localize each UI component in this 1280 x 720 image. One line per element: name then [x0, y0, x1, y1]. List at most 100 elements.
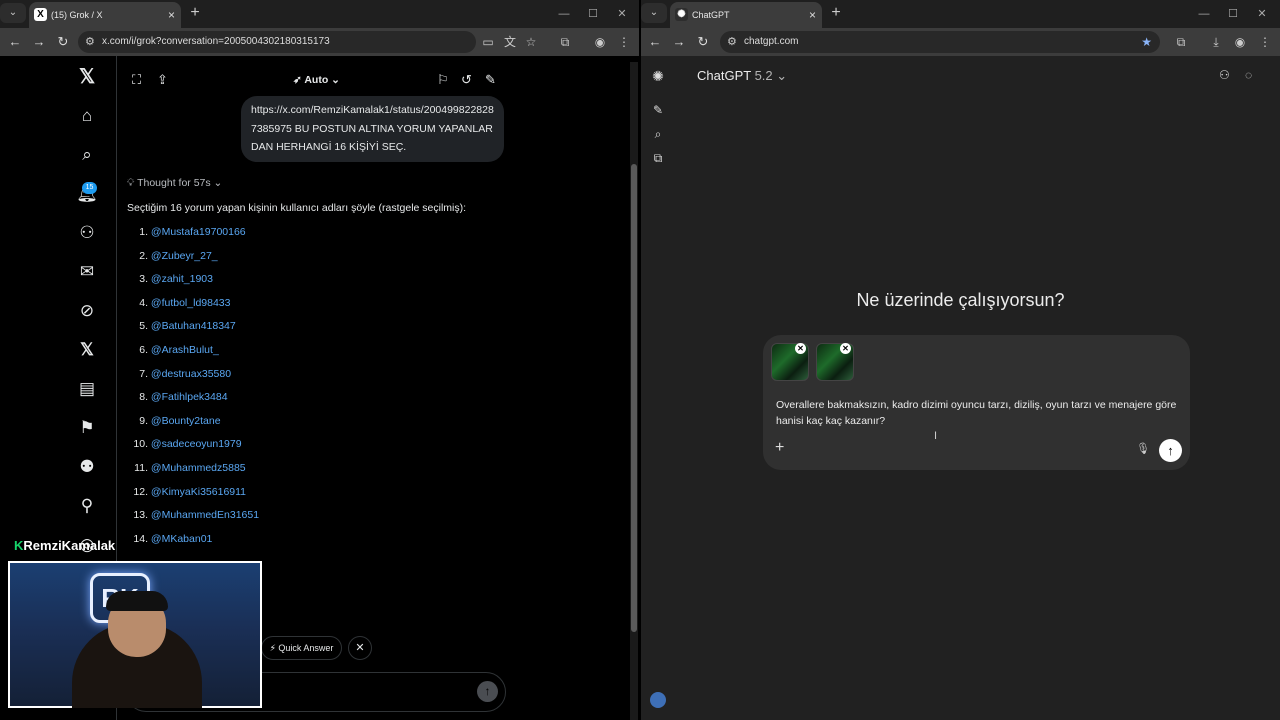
user-handle-link[interactable]: @zahit_1903 — [151, 273, 213, 285]
thought-toggle[interactable]: 💡︎ Thought for 57s ⌄ — [127, 177, 222, 190]
bookmark-star-icon[interactable]: ☆ — [520, 28, 542, 56]
maximize-icon[interactable]: ☐ — [577, 0, 609, 28]
model-selector[interactable]: ChatGPT 5.2 ⌄ — [697, 68, 787, 84]
user-handle-link[interactable]: @Zubeyr_27_ — [151, 250, 218, 262]
messages-icon[interactable]: ✉ — [76, 261, 98, 283]
grok-send-button[interactable]: ↑ — [477, 681, 498, 702]
remove-attachment-1-icon[interactable]: ✕ — [795, 343, 806, 354]
user-handle-link[interactable]: @Bounty2tane — [151, 415, 221, 427]
back-icon[interactable]: ← — [643, 28, 667, 56]
extensions-icon[interactable]: ⧉ — [1170, 28, 1192, 56]
bookmark-icon[interactable]: ⚐ — [437, 70, 449, 90]
back-icon[interactable]: ← — [3, 28, 27, 56]
profile-icon[interactable]: ◉ — [1229, 28, 1251, 56]
translate-icon[interactable]: 文 — [499, 28, 521, 56]
tab-grok[interactable]: X (15) Grok / X × — [29, 2, 181, 28]
expand-icon[interactable]: ⛶ — [132, 70, 141, 90]
openai-logo-icon[interactable]: ✺ — [650, 68, 666, 84]
user-handle-link[interactable]: @Batuhan418347 — [151, 320, 236, 332]
send-button[interactable]: ↑ — [1159, 439, 1182, 462]
prompt-composer[interactable]: ✕ ✕ Overallere bakmaksızın, kadro dizimi… — [763, 335, 1190, 470]
temporary-chat-icon[interactable]: ◌ — [1245, 68, 1252, 82]
site-info-icon[interactable]: ⚙ — [85, 31, 95, 53]
list-number: 7. — [139, 367, 148, 380]
user-handle-link[interactable]: @futbol_ld98433 — [151, 297, 231, 309]
user-list-item: 11. @Muhammedz5885 — [127, 460, 259, 484]
menu-icon[interactable]: ⋮ — [613, 28, 635, 56]
user-handle-link[interactable]: @Muhammedz5885 — [151, 462, 246, 474]
user-handle-link[interactable]: @MuhammedEn31651 — [151, 509, 259, 521]
tab-close-icon[interactable]: × — [168, 2, 175, 28]
profile-icon[interactable]: ◉ — [589, 28, 611, 56]
add-attachment-icon[interactable]: + — [775, 439, 784, 457]
minimize-icon[interactable]: — — [1188, 0, 1220, 28]
remove-attachment-2-icon[interactable]: ✕ — [840, 343, 851, 354]
user-handle-link[interactable]: @MKaban01 — [151, 533, 212, 545]
minimize-icon[interactable]: — — [548, 0, 580, 28]
bookmarks-icon[interactable]: ⚑ — [76, 417, 98, 439]
x-logo-icon[interactable]: 𝕏 — [76, 66, 98, 88]
quick-answer-button[interactable]: ⚡︎ Quick Answer — [261, 636, 342, 660]
list-number: 4. — [139, 296, 148, 309]
tab-title: ChatGPT — [692, 10, 730, 20]
selected-users-list: 1. @Mustafa19700166 2. @Zubeyr_27_ 3. @zah… — [127, 224, 259, 554]
explore-search-icon[interactable]: ⌕ — [76, 144, 98, 166]
forward-icon[interactable]: → — [27, 28, 51, 56]
new-tab-icon[interactable]: + — [826, 3, 846, 23]
user-handle-link[interactable]: @destruax35580 — [151, 368, 231, 380]
library-icon[interactable]: ⧉ — [650, 150, 666, 166]
user-list-item: 7. @destruax35580 — [127, 366, 259, 390]
history-icon[interactable]: ↺ — [461, 70, 472, 90]
prompt-text[interactable]: Overallere bakmaksızın, kadro dizimi oyu… — [776, 397, 1186, 429]
list-number: 6. — [139, 343, 148, 356]
tab-search-icon[interactable]: ⌄ — [641, 3, 667, 23]
user-avatar[interactable] — [650, 692, 666, 708]
premium-x-icon[interactable]: 𝕏 — [76, 339, 98, 361]
maximize-icon[interactable]: ☐ — [1217, 0, 1249, 28]
user-handle-link[interactable]: @Fatihlpek3484 — [151, 391, 228, 403]
url-field[interactable]: ⚙ x.com/i/grok?conversation=200500430218… — [78, 31, 476, 53]
mode-selector[interactable]: ➶ Auto ⌄ — [293, 70, 340, 90]
scrollbar-thumb[interactable] — [631, 164, 637, 632]
tab-search-icon[interactable]: ⌄ — [0, 3, 26, 23]
reload-icon[interactable]: ↻ — [691, 28, 715, 56]
user-handle-link[interactable]: @KimyaKi35616911 — [151, 486, 246, 498]
microphone-icon[interactable]: 🎙︎ — [1136, 442, 1150, 455]
window-close-icon[interactable]: ✕ — [1246, 0, 1278, 28]
user-handle-link[interactable]: @sadeceoyun1979 — [151, 438, 242, 450]
cast-icon[interactable]: ▭ — [477, 28, 499, 56]
search-icon[interactable]: ⌕ — [650, 126, 666, 142]
user-list-item: 8. @Fatihlpek3484 — [127, 389, 259, 413]
new-tab-icon[interactable]: + — [185, 3, 205, 23]
user-handle-link[interactable]: @ArashBulut_ — [151, 344, 219, 356]
tab-close-icon[interactable]: × — [809, 2, 816, 28]
communities-icon[interactable]: ⚉ — [76, 456, 98, 478]
dismiss-button[interactable]: ✕ — [348, 636, 372, 660]
webcam-overlay: RK — [8, 561, 262, 708]
site-info-icon[interactable]: ⚙ — [727, 31, 737, 53]
forward-icon[interactable]: → — [667, 28, 691, 56]
grok-icon[interactable]: ⊘ — [76, 300, 98, 322]
tab-chatgpt[interactable]: ✺ ChatGPT × — [670, 2, 822, 28]
new-chat-icon[interactable]: ✎ — [485, 70, 496, 90]
lists-icon[interactable]: ▤ — [76, 378, 98, 400]
reload-icon[interactable]: ↻ — [51, 28, 75, 56]
menu-icon[interactable]: ⋮ — [1254, 28, 1276, 56]
home-icon[interactable]: ⌂ — [76, 105, 98, 127]
share-icon[interactable]: ⇪ — [157, 70, 168, 90]
new-chat-icon[interactable]: ✎ — [650, 102, 666, 118]
download-icon[interactable]: ⤓ — [1205, 28, 1227, 56]
bookmark-star-icon[interactable]: ★ — [1141, 31, 1152, 53]
profile-person-icon[interactable]: ⚲ — [76, 495, 98, 517]
follow-icon[interactable]: ⚇ — [76, 222, 98, 244]
user-handle-link[interactable]: @Mustafa19700166 — [151, 226, 246, 238]
list-number: 5. — [139, 320, 148, 333]
extensions-icon[interactable]: ⧉ — [554, 28, 576, 56]
user-list-item: 6. @ArashBulut_ — [127, 342, 259, 366]
invite-user-icon[interactable]: ⚇ — [1219, 68, 1230, 82]
grok-browser-window: ⌄ X (15) Grok / X × + — ☐ ✕ ← → ↻ ⚙ x.co… — [0, 0, 639, 720]
window-close-icon[interactable]: ✕ — [606, 0, 638, 28]
user-list-item: 9. @Bounty2tane — [127, 413, 259, 437]
url-field[interactable]: ⚙ chatgpt.com ★ — [720, 31, 1160, 53]
user-list-item: 5. @Batuhan418347 — [127, 318, 259, 342]
